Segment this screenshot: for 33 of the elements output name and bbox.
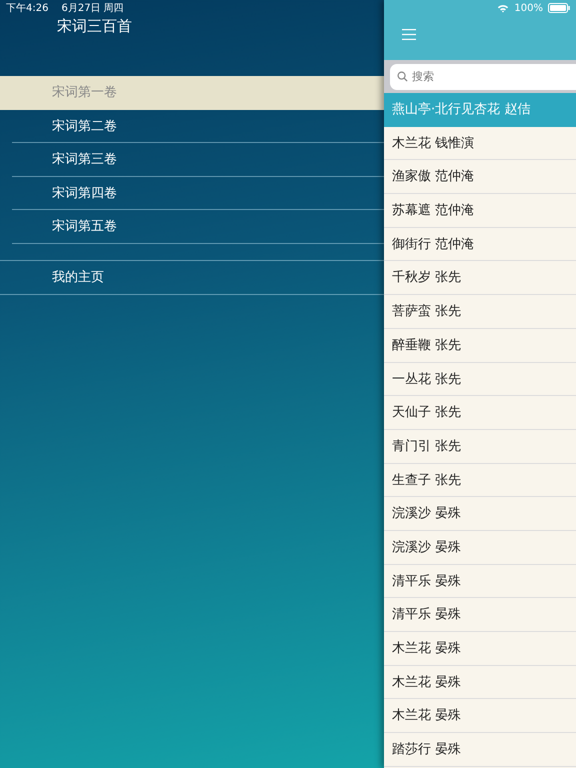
poem-list-item[interactable]: 木兰花 晏殊 bbox=[384, 666, 576, 700]
poem-list-item[interactable]: 青门引 张先 bbox=[384, 430, 576, 464]
poem-list-item[interactable]: 浣溪沙 晏殊 bbox=[384, 497, 576, 531]
menu-item[interactable]: 宋词第五卷 bbox=[12, 210, 384, 244]
poem-list-item[interactable]: 木兰花 晏殊 bbox=[384, 632, 576, 666]
poem-list-item[interactable]: 木兰花 晏殊 bbox=[384, 699, 576, 734]
poem-list-item[interactable]: 生查子 张先 bbox=[384, 464, 576, 498]
menu-item[interactable]: 宋词第四卷 bbox=[12, 176, 384, 210]
search-icon bbox=[397, 71, 408, 82]
poem-list-item[interactable]: 渔家傲 范仲淹 bbox=[384, 160, 576, 194]
menu-item[interactable]: 宋词第三卷 bbox=[12, 143, 384, 177]
poem-list-item[interactable]: 清平乐 晏殊 bbox=[384, 598, 576, 632]
status-date: 6月27日 周四 bbox=[61, 2, 124, 15]
menu-icon[interactable] bbox=[402, 28, 416, 40]
battery-percent: 100% bbox=[514, 2, 543, 14]
poem-list-item[interactable]: 千秋岁 张先 bbox=[384, 261, 576, 296]
poem-list-item[interactable]: 御街行 范仲淹 bbox=[384, 228, 576, 262]
poem-list-item[interactable]: 木兰花 钱惟演 bbox=[384, 126, 576, 160]
poem-list-item[interactable]: 一丛花 张先 bbox=[384, 362, 576, 396]
poem-list-item[interactable]: 踏莎行 晏殊 bbox=[384, 733, 576, 767]
poem-list-item[interactable]: 清平乐 晏殊 bbox=[384, 564, 576, 598]
menu-item[interactable]: 我的主页 bbox=[0, 260, 384, 295]
poem-list-item[interactable]: 天仙子 张先 bbox=[384, 396, 576, 430]
app-title: 宋词三百首 bbox=[57, 17, 132, 37]
poem-list-item[interactable]: 菩萨蛮 张先 bbox=[384, 295, 576, 329]
wifi-icon bbox=[497, 4, 510, 12]
poem-list-item[interactable]: 苏幕遮 范仲淹 bbox=[384, 194, 576, 228]
poem-list-item[interactable]: 浣溪沙 晏殊 bbox=[384, 530, 576, 565]
poem-list-item[interactable]: 醉垂鞭 张先 bbox=[384, 328, 576, 362]
search-field[interactable]: 搜索 bbox=[390, 64, 576, 90]
battery-icon bbox=[548, 3, 570, 13]
menu-item[interactable]: 宋词第二卷 bbox=[12, 110, 384, 144]
status-time: 下午4:26 bbox=[6, 2, 48, 15]
